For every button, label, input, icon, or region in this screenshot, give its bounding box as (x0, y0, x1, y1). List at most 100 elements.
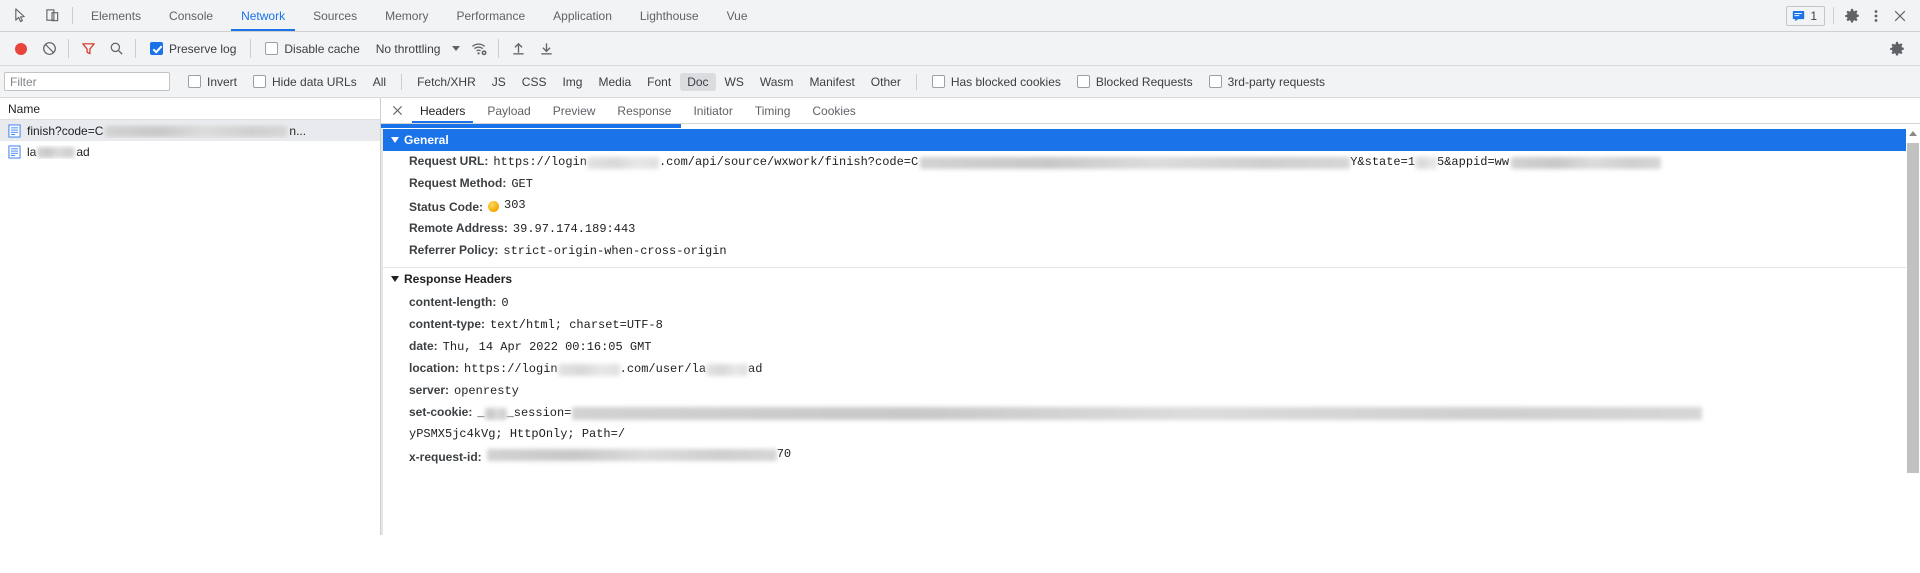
tab-memory[interactable]: Memory (371, 0, 442, 31)
inspect-element-icon[interactable] (10, 6, 30, 26)
tab-sources[interactable]: Sources (299, 0, 371, 31)
import-har-button[interactable] (505, 36, 531, 62)
document-icon (8, 123, 21, 138)
section-response-headers[interactable]: Response Headers (381, 267, 1920, 289)
filter-type-label: All (372, 74, 387, 89)
field-value: text/html; charset=UTF-8 (490, 318, 663, 332)
filter-type-media[interactable]: Media (591, 73, 638, 91)
field-key: Status Code: (409, 200, 484, 214)
cookie-part-2: _session= (506, 406, 572, 420)
tab-payload[interactable]: Payload (476, 98, 541, 123)
filter-type-js[interactable]: JS (485, 73, 513, 91)
clear-icon (42, 42, 56, 55)
tab-initiator[interactable]: Initiator (682, 98, 743, 123)
tab-label: Sources (313, 8, 358, 23)
filter-type-ws[interactable]: WS (718, 73, 751, 91)
hide-data-urls-checkbox[interactable]: Hide data URLs (245, 75, 365, 89)
tab-label: Performance (456, 8, 526, 23)
request-row-finish[interactable]: finish?code=C n... (0, 120, 380, 141)
status-code-value: 303 (504, 198, 526, 212)
filter-type-all[interactable]: All (366, 73, 393, 91)
filter-type-manifest[interactable]: Manifest (802, 73, 861, 91)
close-icon[interactable] (1890, 6, 1910, 26)
request-name-prefix: la (27, 144, 37, 159)
checkbox-box (253, 75, 267, 88)
chevron-down-icon (452, 46, 461, 51)
filter-input[interactable] (4, 72, 170, 91)
device-toolbar-icon[interactable] (42, 6, 62, 26)
tab-network[interactable]: Network (227, 0, 299, 31)
tab-headers[interactable]: Headers (409, 98, 476, 123)
field-key: Remote Address: (409, 221, 508, 235)
filter-type-wasm[interactable]: Wasm (753, 73, 801, 91)
tab-label: Memory (385, 8, 429, 23)
export-har-button[interactable] (533, 36, 559, 62)
clear-button[interactable] (36, 36, 62, 62)
tab-console[interactable]: Console (155, 0, 227, 31)
tab-cookies[interactable]: Cookies (801, 98, 866, 123)
filter-type-label: Wasm (759, 74, 794, 89)
tab-application[interactable]: Application (539, 0, 626, 31)
tab-vue[interactable]: Vue (713, 0, 762, 31)
has-blocked-cookies-label: Has blocked cookies (950, 74, 1061, 89)
hide-data-urls-label: Hide data URLs (272, 74, 357, 89)
filter-type-font[interactable]: Font (640, 73, 678, 91)
tab-elements[interactable]: Elements (77, 0, 155, 31)
tab-lighthouse[interactable]: Lighthouse (626, 0, 713, 31)
header-content-type: content-type: text/html; charset=UTF-8 (381, 314, 1920, 336)
invert-checkbox[interactable]: Invert (180, 75, 245, 89)
field-value: Thu, 14 Apr 2022 00:16:05 GMT (442, 340, 652, 354)
preserve-log-checkbox[interactable]: Preserve log (142, 42, 244, 56)
filter-toggle-button[interactable] (75, 36, 101, 62)
network-conditions-button[interactable] (466, 36, 492, 62)
tab-performance[interactable]: Performance (442, 0, 539, 31)
field-value: openresty (454, 384, 519, 398)
blocked-requests-checkbox[interactable]: Blocked Requests (1069, 75, 1201, 89)
filter-type-fetch-xhr[interactable]: Fetch/XHR (410, 73, 483, 91)
header-server: server: openresty (381, 380, 1920, 402)
throttling-dropdown[interactable]: No throttling (370, 42, 465, 56)
gear-icon[interactable] (1842, 6, 1862, 26)
network-filter-bar: Invert Hide data URLs All Fetch/XHR JS C… (0, 66, 1920, 98)
request-row-load[interactable]: la ad (0, 141, 380, 162)
vertical-scrollbar-thumb[interactable] (1907, 143, 1919, 473)
section-general[interactable]: General (381, 129, 1920, 151)
request-list-column-header[interactable]: Name (0, 98, 380, 120)
header-set-cookie: set-cookie: _ _session= (381, 402, 1920, 424)
filter-type-doc[interactable]: Doc (680, 72, 716, 91)
section-general-title: General (404, 133, 449, 147)
vertical-scrollbar[interactable] (1906, 129, 1920, 535)
devtools-tabbar: Elements Console Network Sources Memory … (0, 0, 1920, 32)
horizontal-scrollbar-thumb[interactable] (381, 124, 681, 128)
import-har-icon (513, 42, 524, 55)
checkbox-box (1208, 75, 1222, 88)
blocked-requests-label: Blocked Requests (1095, 74, 1193, 89)
request-detail-pane: Headers Payload Preview Response Initiat… (381, 98, 1920, 535)
search-button[interactable] (103, 36, 129, 62)
pane-left-edge (381, 129, 383, 535)
filter-type-css[interactable]: CSS (515, 73, 554, 91)
field-value: https://login .com/api/source/wxwork/fini… (493, 155, 1662, 170)
third-party-requests-label: 3rd-party requests (1227, 74, 1325, 89)
tab-timing[interactable]: Timing (744, 98, 802, 123)
tab-preview[interactable]: Preview (542, 98, 607, 123)
has-blocked-cookies-checkbox[interactable]: Has blocked cookies (924, 75, 1069, 89)
field-value: strict-origin-when-cross-origin (503, 244, 727, 258)
filter-type-label: Fetch/XHR (417, 74, 476, 89)
record-button[interactable] (8, 36, 34, 62)
third-party-requests-checkbox[interactable]: 3rd-party requests (1201, 75, 1333, 89)
filter-type-other[interactable]: Other (864, 73, 908, 91)
checkbox-box (188, 75, 201, 88)
filter-type-label: CSS (521, 74, 547, 89)
network-settings-button[interactable] (1884, 36, 1910, 62)
field-request-method: Request Method: GET (381, 173, 1920, 195)
tab-response[interactable]: Response (606, 98, 682, 123)
console-message-badge[interactable]: 1 (1786, 5, 1825, 26)
kebab-menu-icon[interactable] (1866, 6, 1886, 26)
scroll-up-arrow-icon[interactable] (1909, 131, 1917, 136)
filter-type-img[interactable]: Img (555, 73, 589, 91)
export-har-icon (541, 43, 552, 55)
close-detail-button[interactable] (385, 98, 409, 123)
tab-label: Elements (91, 8, 142, 23)
disable-cache-checkbox[interactable]: Disable cache (257, 42, 367, 56)
